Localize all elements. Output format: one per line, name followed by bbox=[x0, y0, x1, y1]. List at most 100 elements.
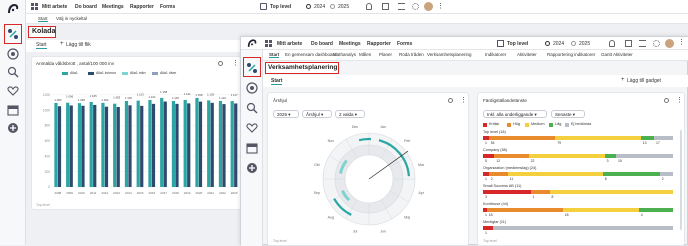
list-icon[interactable] bbox=[398, 3, 405, 10]
front-avatar[interactable] bbox=[665, 39, 674, 48]
status-row[interactable]: Kontrhuse (44) 1 18 18 4 bbox=[483, 202, 677, 219]
target-icon[interactable] bbox=[7, 48, 19, 60]
front-search-icon[interactable] bbox=[246, 102, 258, 114]
front-top-level-select[interactable]: Top level bbox=[507, 41, 528, 47]
highlight-verksamhet-icon bbox=[243, 57, 261, 77]
front-radio-2025-icon[interactable] bbox=[571, 41, 576, 46]
person-icon[interactable] bbox=[218, 61, 223, 66]
back-start-tab[interactable]: Start bbox=[36, 42, 47, 49]
front-tab-mathanalys[interactable]: Mathanalys bbox=[333, 52, 356, 57]
arshjul-type-select[interactable]: Årshjul ▾ bbox=[302, 110, 332, 118]
arshjul-menu-icon[interactable]: ⋮ bbox=[460, 96, 467, 104]
settings-icon[interactable] bbox=[412, 3, 419, 10]
add-circle-icon[interactable] bbox=[7, 122, 19, 134]
back-add-tile-plus-icon[interactable]: + bbox=[60, 41, 64, 47]
year-2025[interactable]: 2025 bbox=[338, 4, 349, 10]
front-nav-do-board[interactable]: Do board bbox=[311, 41, 333, 47]
front-tab-dashboard[interactable]: En gemensam dashboard bbox=[285, 52, 337, 57]
nav-forms[interactable]: Forms bbox=[160, 4, 175, 10]
front-tab-rapportering[interactable]: Rapportering indikatorer bbox=[547, 52, 595, 57]
front-bell-icon[interactable] bbox=[609, 40, 615, 47]
calendar-icon-sidebar[interactable] bbox=[7, 104, 19, 116]
front-tab-gantt[interactable]: Gantt Aktiviteter bbox=[601, 52, 633, 57]
menu-dots-icon[interactable]: ⋮ bbox=[437, 2, 444, 10]
front-tab-verksamhetsplanering[interactable]: Verksamhetsplanering bbox=[427, 52, 472, 57]
bar bbox=[113, 103, 117, 187]
bar bbox=[69, 105, 73, 187]
card-menu-icon[interactable]: ⋮ bbox=[232, 59, 239, 67]
heart-icon[interactable] bbox=[7, 85, 19, 97]
status-row[interactable]: Company (58) 5 12 22 3 15 bbox=[483, 148, 677, 165]
fardig-scrollbar[interactable] bbox=[680, 130, 682, 230]
x-tick-label: 2019 bbox=[184, 191, 191, 195]
front-tab-roda-traden[interactable]: Röda tråden bbox=[399, 52, 424, 57]
front-start-tab[interactable]: Start bbox=[271, 78, 283, 85]
nav-rapporter[interactable]: Rapporter bbox=[130, 4, 154, 10]
status-row-label: Small Success AB (11) bbox=[483, 184, 522, 188]
status-row[interactable]: Small Success AB (11) 3 1 8 bbox=[483, 184, 677, 201]
arshjul-person-icon[interactable] bbox=[448, 98, 453, 103]
status-row[interactable]: Mentiglar (11) 1 bbox=[483, 220, 677, 237]
back-tab-start[interactable]: Start bbox=[38, 16, 48, 22]
year-2024[interactable]: 2024 bbox=[314, 4, 325, 10]
front-tab-malen[interactable]: Målen bbox=[359, 52, 371, 57]
radio-2025-icon[interactable] bbox=[330, 4, 335, 9]
front-calendar-icon[interactable] bbox=[625, 40, 632, 47]
status-row[interactable]: Organization (medlemslag) (24) 1 2 11 8 2 bbox=[483, 166, 677, 183]
year-wheel[interactable]: Jan Feb Mar Apr Maj Jun Jul Aug Sep Okt Nov Dec bbox=[308, 123, 430, 235]
front-add-circle-icon[interactable] bbox=[246, 162, 258, 174]
arshjul-count-select[interactable]: 2 valda ▾ bbox=[335, 110, 365, 118]
front-menu-dots-icon[interactable]: ⋮ bbox=[678, 38, 685, 46]
status-segment bbox=[488, 136, 556, 140]
front-heart-icon[interactable] bbox=[246, 122, 258, 134]
front-target-icon[interactable] bbox=[246, 82, 258, 94]
back-add-tile[interactable]: Lägg till flik bbox=[66, 42, 91, 48]
front-grid-icon[interactable] bbox=[265, 40, 272, 47]
fardig-menu-icon[interactable]: ⋮ bbox=[676, 96, 683, 104]
grid-icon[interactable] bbox=[31, 3, 38, 10]
add-gadget-plus-icon[interactable]: + bbox=[621, 77, 625, 83]
arshjul-year-select[interactable]: 2025 ▾ bbox=[273, 110, 299, 118]
front-list-icon[interactable] bbox=[639, 40, 646, 47]
data-label: 1 083 bbox=[113, 96, 120, 100]
search-icon[interactable] bbox=[7, 66, 19, 78]
front-tab-indikatorer[interactable]: Indikatorer bbox=[485, 52, 506, 57]
kolada-chart-card: Anmälda våldsbrott , antal/100 000 inv ⋮… bbox=[31, 56, 244, 210]
front-year-2024[interactable]: 2024 bbox=[553, 41, 564, 47]
radio-2024-icon[interactable] bbox=[306, 4, 311, 9]
front-radio-2024-icon[interactable] bbox=[545, 41, 550, 46]
front-tab-aktiviteter[interactable]: Aktiviteter bbox=[517, 52, 537, 57]
bar bbox=[77, 103, 82, 187]
month-label: Apr bbox=[418, 191, 424, 195]
front-calendar-icon-sidebar[interactable] bbox=[246, 142, 258, 154]
front-tab-start[interactable]: Start bbox=[269, 52, 280, 58]
status-row[interactable]: Top level (18) 1 54 79 13 17 bbox=[483, 130, 677, 147]
bell-icon[interactable] bbox=[366, 3, 372, 10]
calendar-icon[interactable] bbox=[382, 3, 389, 10]
status-segment bbox=[602, 172, 660, 176]
front-nav-meetings[interactable]: Meetings bbox=[339, 41, 361, 47]
fardig-period-select[interactable]: Senaste ▾ bbox=[551, 110, 585, 118]
bar-chart: 0 200 400 600 800 1000 1200 1 093 2008 1 096 2009 1… bbox=[43, 90, 240, 195]
nav-mitt-arbete[interactable]: Mitt arbete bbox=[42, 4, 67, 10]
avatar[interactable] bbox=[424, 2, 433, 11]
nav-meetings[interactable]: Meetings bbox=[102, 4, 124, 10]
front-nav-rapporter[interactable]: Rapporter bbox=[367, 41, 391, 47]
front-tab-planer[interactable]: Planer bbox=[379, 52, 392, 57]
nav-do-board[interactable]: Do board bbox=[75, 4, 97, 10]
front-year-2025[interactable]: 2025 bbox=[579, 41, 590, 47]
status-count: 22 bbox=[530, 159, 535, 163]
add-gadget[interactable]: Lägg till gadget bbox=[627, 78, 661, 84]
legend-ej-swatch bbox=[565, 123, 569, 127]
x-tick-label: 2020 bbox=[196, 191, 203, 195]
front-nav-forms[interactable]: Forms bbox=[397, 41, 412, 47]
fardig-units-select[interactable]: Inkl. alla underliggande ▾ bbox=[483, 110, 547, 118]
top-level-select[interactable]: Top level bbox=[270, 4, 291, 10]
bar bbox=[66, 102, 70, 187]
fardig-person-icon[interactable] bbox=[664, 98, 669, 103]
front-settings-icon[interactable] bbox=[653, 40, 660, 47]
status-count: 2 bbox=[661, 177, 664, 181]
back-tab-nyckeltal[interactable]: Välj in nyckeltal bbox=[56, 16, 87, 21]
bar bbox=[218, 100, 223, 187]
front-nav-mitt-arbete[interactable]: Mitt arbete bbox=[277, 41, 302, 47]
